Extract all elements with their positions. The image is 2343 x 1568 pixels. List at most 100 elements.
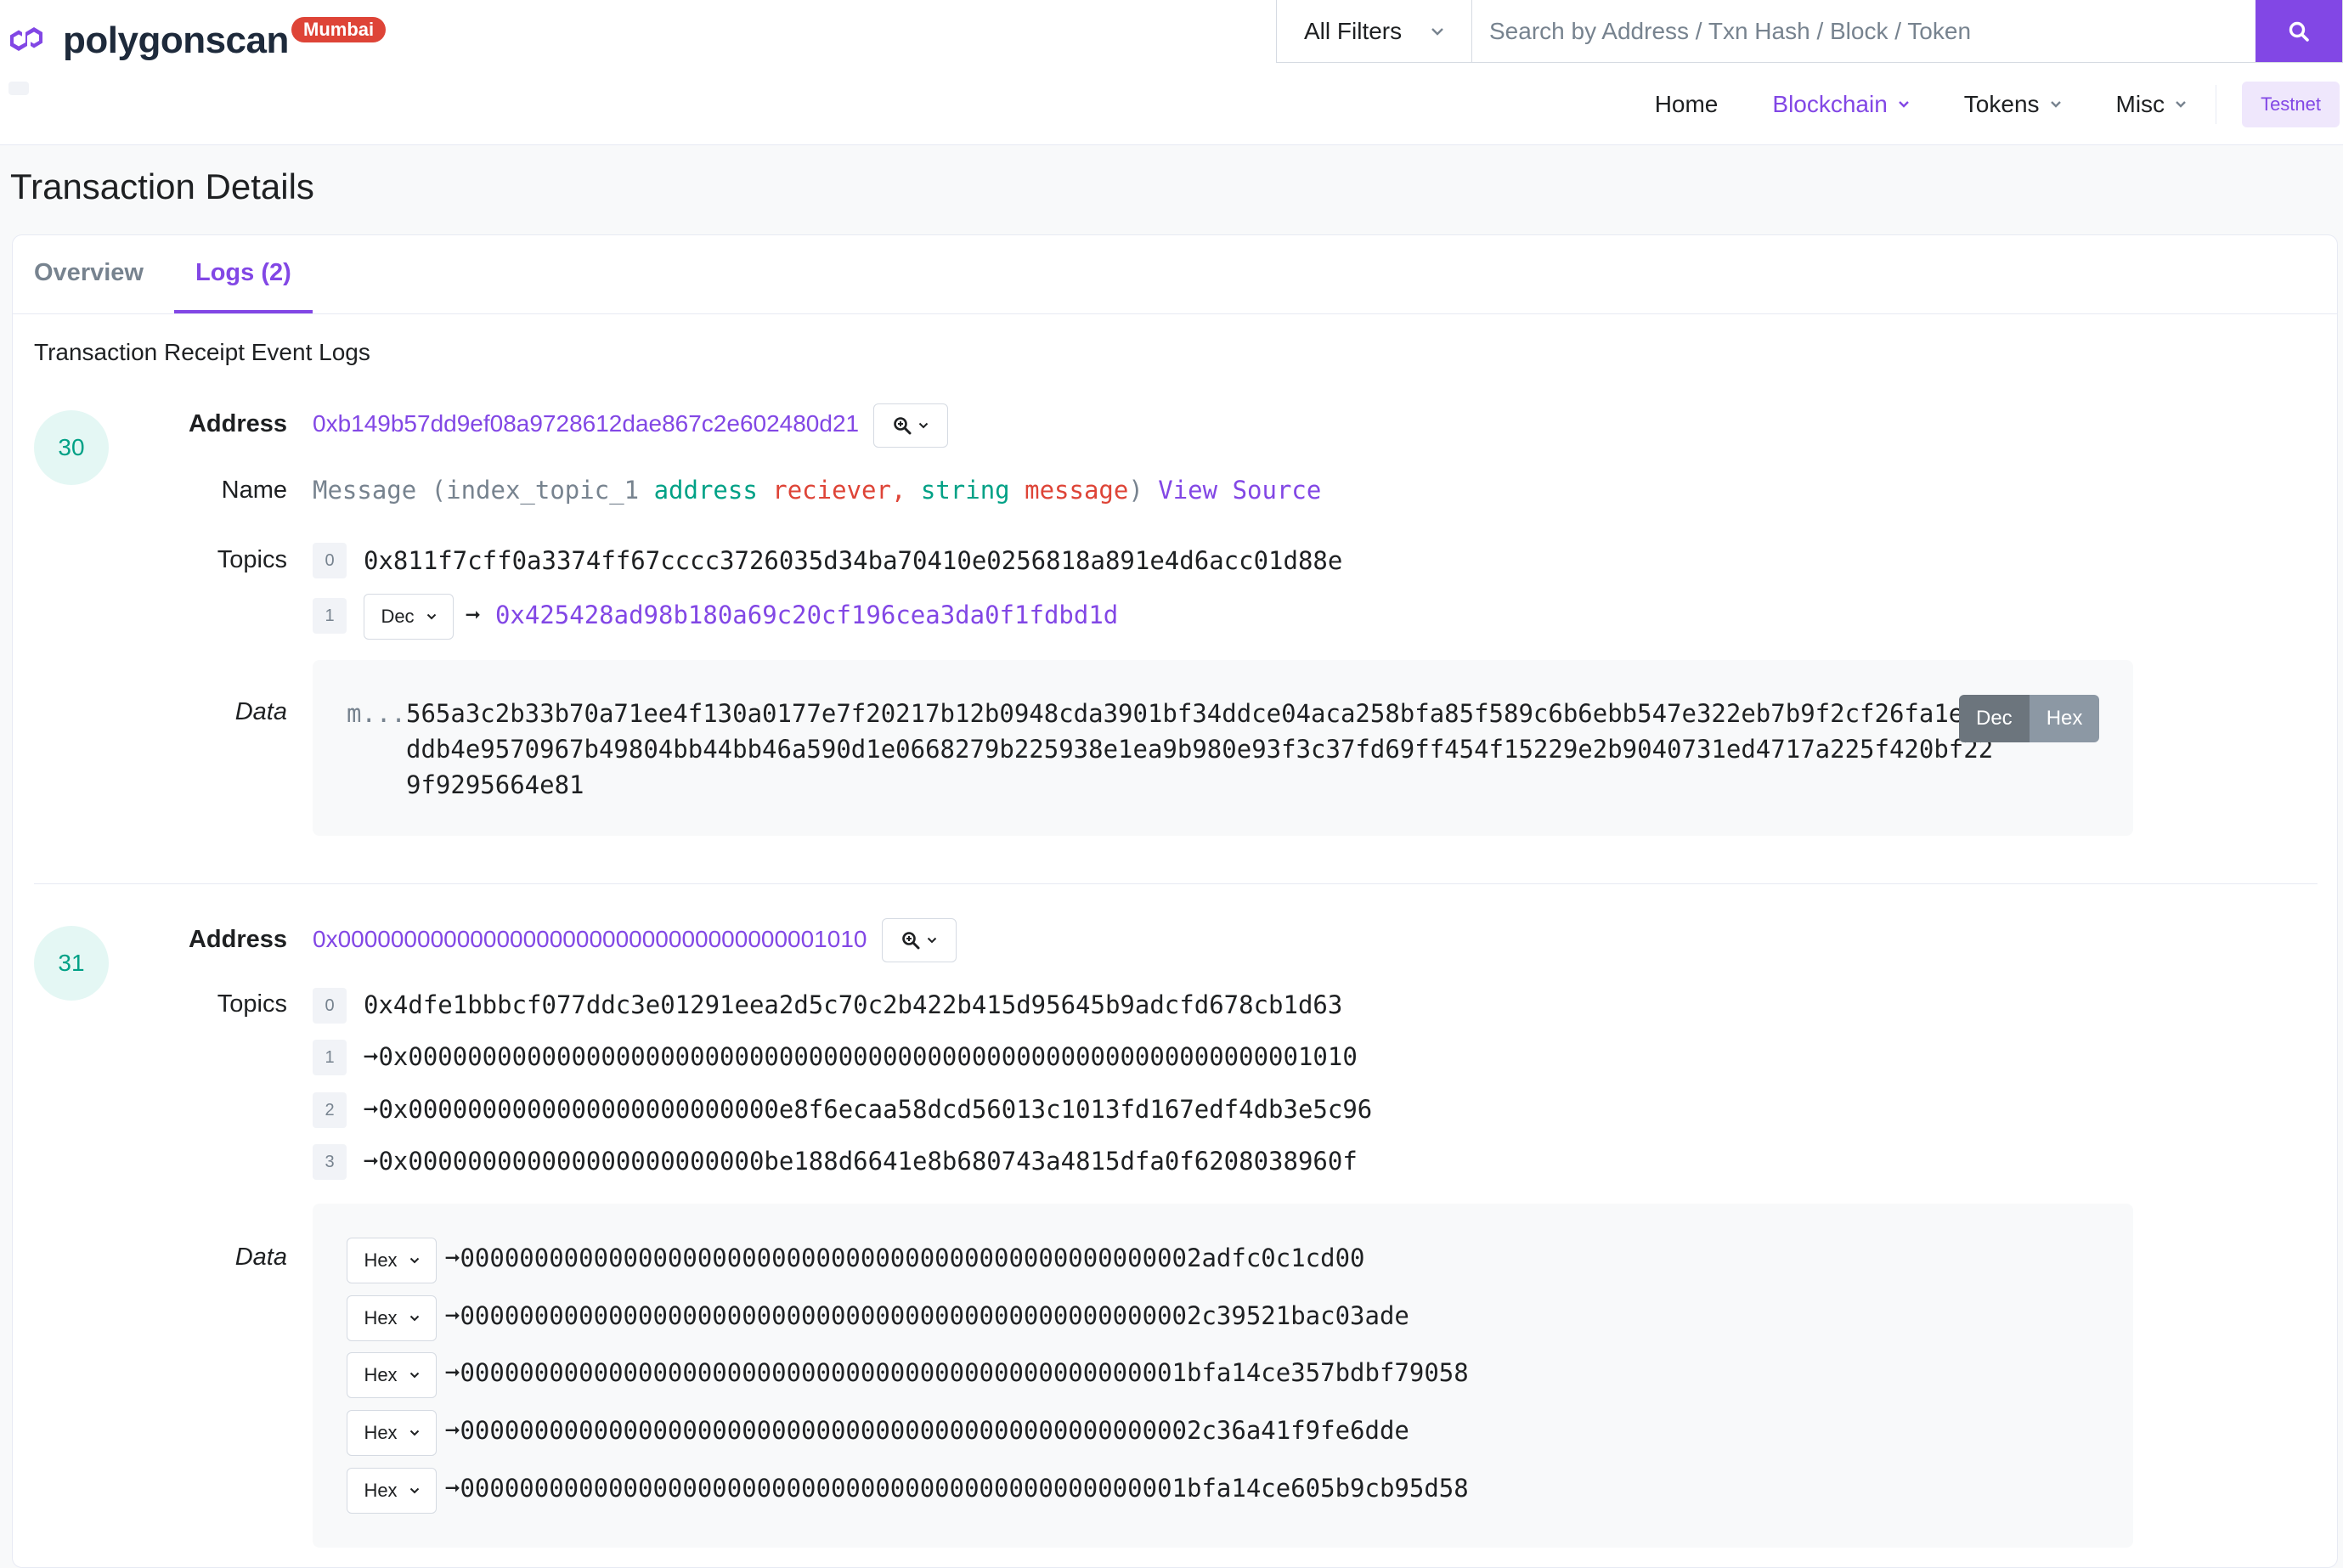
data-format-select[interactable]: Hex bbox=[347, 1468, 437, 1514]
site-logo[interactable]: polygonscan bbox=[10, 17, 289, 65]
site-header: polygonscan Mumbai All Filters Home Bloc… bbox=[0, 0, 2343, 145]
data-format-label: Hex bbox=[364, 1422, 398, 1443]
topic-index: 1 bbox=[313, 1040, 347, 1075]
data-line: 9f9295664e81 bbox=[406, 770, 584, 799]
log-index-badge: 30 bbox=[34, 410, 109, 485]
param-name: reciever, bbox=[772, 476, 906, 505]
filter-select[interactable]: All Filters bbox=[1277, 0, 1472, 62]
topic-index: 0 bbox=[313, 543, 347, 578]
topic-value: 0x811f7cff0a3374ff67cccc3726035d34ba7041… bbox=[364, 546, 1343, 575]
data-line: ddb4e9570967b49804bb44bb46a590d1e0668279… bbox=[406, 735, 1994, 764]
topic-hex: 0x000000000000000000000000be188d6641e8b6… bbox=[378, 1147, 1358, 1176]
topic-value: ➞0x0000000000000000000000000e8f6ecaa58dc… bbox=[364, 1095, 1372, 1124]
data-hex: 0000000000000000000000000000000000000000… bbox=[460, 1358, 1469, 1387]
log-index-badge: 31 bbox=[34, 926, 109, 1001]
data-format-label: Hex bbox=[364, 1480, 398, 1501]
data-value: ➞000000000000000000000000000000000000000… bbox=[445, 1474, 1469, 1503]
data-label: Data bbox=[234, 1244, 287, 1271]
data-format-label: Hex bbox=[364, 1307, 398, 1328]
data-format-select[interactable]: Hex bbox=[347, 1295, 437, 1341]
dec-hex-toggle: Dec Hex bbox=[1959, 695, 2100, 742]
topic-address-link[interactable]: 0x425428ad98b180a69c20cf196cea3da0f1fdbd… bbox=[495, 601, 1118, 629]
data-format-select[interactable]: Hex bbox=[347, 1410, 437, 1456]
address-label: Address bbox=[188, 926, 287, 953]
topic-value: ➞0x000000000000000000000000be188d6641e8b… bbox=[364, 1147, 1358, 1176]
chevron-down-icon bbox=[409, 1430, 419, 1436]
chevron-down-icon bbox=[426, 613, 436, 620]
filter-select-label: All Filters bbox=[1304, 17, 1403, 44]
log-divider bbox=[34, 883, 2318, 884]
data-format-label: Hex bbox=[364, 1249, 398, 1271]
page-title: Transaction Details bbox=[10, 166, 314, 206]
tab-bar: Overview Logs (2) bbox=[13, 235, 2337, 314]
logo-text: polygonscan bbox=[63, 20, 289, 61]
header-placeholder-chip bbox=[8, 82, 29, 95]
data-box: m... 565a3c2b33b70a71ee4f130a0177e7f2021… bbox=[313, 660, 2133, 836]
name-label: Name bbox=[221, 477, 287, 504]
chevron-down-icon bbox=[409, 1487, 419, 1494]
tab-overview[interactable]: Overview bbox=[34, 235, 144, 313]
data-hex: 0000000000000000000000000000000000000000… bbox=[460, 1474, 1469, 1503]
param-type: string bbox=[920, 476, 1010, 505]
data-hex: 0000000000000000000000000000000000000000… bbox=[460, 1301, 1409, 1330]
event-name: Message (index_topic_1 bbox=[313, 476, 640, 505]
view-source-link[interactable]: View Source bbox=[1158, 476, 1321, 505]
nav-home-label: Home bbox=[1654, 91, 1719, 117]
data-format-select[interactable]: Hex bbox=[347, 1238, 437, 1283]
network-badge: Mumbai bbox=[291, 17, 387, 42]
arrow-right-icon: ➞ bbox=[445, 1301, 460, 1330]
data-hex: 0000000000000000000000000000000000000000… bbox=[460, 1244, 1365, 1272]
topic-value: 0x4dfe1bbbcf077ddc3e01291eea2d5c70c2b422… bbox=[364, 990, 1343, 1019]
chevron-down-icon bbox=[927, 937, 937, 944]
hex-toggle-button[interactable]: Hex bbox=[2029, 695, 2100, 742]
topic-hex: 0x0000000000000000000000000e8f6ecaa58dcd… bbox=[378, 1095, 1373, 1124]
nav-blockchain[interactable]: Blockchain bbox=[1772, 91, 1909, 118]
search-button[interactable] bbox=[2255, 0, 2342, 62]
event-signature: Message (index_topic_1 address reciever,… bbox=[313, 476, 1321, 505]
address-zoom-button[interactable] bbox=[873, 403, 948, 448]
arrow-right-icon: ➞ bbox=[364, 1095, 379, 1124]
chevron-down-icon bbox=[409, 1372, 419, 1379]
topic-format-label: Dec bbox=[381, 606, 415, 627]
data-hex: 0000000000000000000000000000000000000000… bbox=[460, 1416, 1409, 1445]
data-value: ➞000000000000000000000000000000000000000… bbox=[445, 1358, 1469, 1387]
data-format-label: Hex bbox=[364, 1364, 398, 1385]
topic-index: 3 bbox=[313, 1144, 347, 1180]
main-nav: Home Blockchain Tokens Misc Testnet bbox=[1655, 82, 2343, 127]
arrow-right-icon: ➞ bbox=[364, 1042, 379, 1071]
log-address-link[interactable]: 0xb149b57dd9ef08a9728612dae867c2e602480d… bbox=[313, 410, 859, 437]
search-icon bbox=[2289, 21, 2309, 42]
address-zoom-button[interactable] bbox=[882, 918, 957, 962]
chevron-down-icon bbox=[409, 1315, 419, 1322]
testnet-button[interactable]: Testnet bbox=[2242, 82, 2340, 127]
arrow-right-icon: ➞ bbox=[445, 1474, 460, 1503]
data-box: Hex ➞00000000000000000000000000000000000… bbox=[313, 1204, 2133, 1548]
search-bar: All Filters bbox=[1276, 0, 2343, 63]
search-input[interactable] bbox=[1472, 0, 2255, 62]
log-address-link[interactable]: 0x00000000000000000000000000000000000010… bbox=[313, 926, 867, 953]
nav-misc[interactable]: Misc bbox=[2116, 91, 2188, 118]
signature-close: ) bbox=[1128, 476, 1143, 505]
param-name: message bbox=[1025, 476, 1129, 505]
arrow-right-icon: ➞ bbox=[445, 1358, 460, 1387]
arrow-right-icon: ➞ bbox=[466, 601, 481, 629]
topic-format-select[interactable]: Dec bbox=[364, 594, 454, 640]
topic-index: 2 bbox=[313, 1092, 347, 1128]
nav-tokens[interactable]: Tokens bbox=[1964, 91, 2062, 118]
chevron-down-icon bbox=[2050, 101, 2061, 108]
chevron-down-icon bbox=[1898, 101, 1909, 108]
topics-label: Topics bbox=[217, 990, 287, 1018]
nav-home[interactable]: Home bbox=[1655, 91, 1719, 118]
chevron-down-icon bbox=[1431, 27, 1443, 36]
polygon-logo-icon bbox=[10, 27, 42, 51]
data-value: ➞000000000000000000000000000000000000000… bbox=[445, 1301, 1409, 1330]
tab-logs[interactable]: Logs (2) bbox=[174, 235, 313, 313]
dec-toggle-button[interactable]: Dec bbox=[1959, 695, 2030, 742]
topic-value: ➞ 0x425428ad98b180a69c20cf196cea3da0f1fd… bbox=[466, 601, 1118, 629]
nav-blockchain-label: Blockchain bbox=[1772, 91, 1888, 117]
zoom-icon bbox=[894, 417, 912, 435]
data-value: ➞000000000000000000000000000000000000000… bbox=[445, 1416, 1409, 1445]
chevron-down-icon bbox=[409, 1257, 419, 1264]
topics-label: Topics bbox=[217, 546, 287, 573]
data-format-select[interactable]: Hex bbox=[347, 1352, 437, 1398]
